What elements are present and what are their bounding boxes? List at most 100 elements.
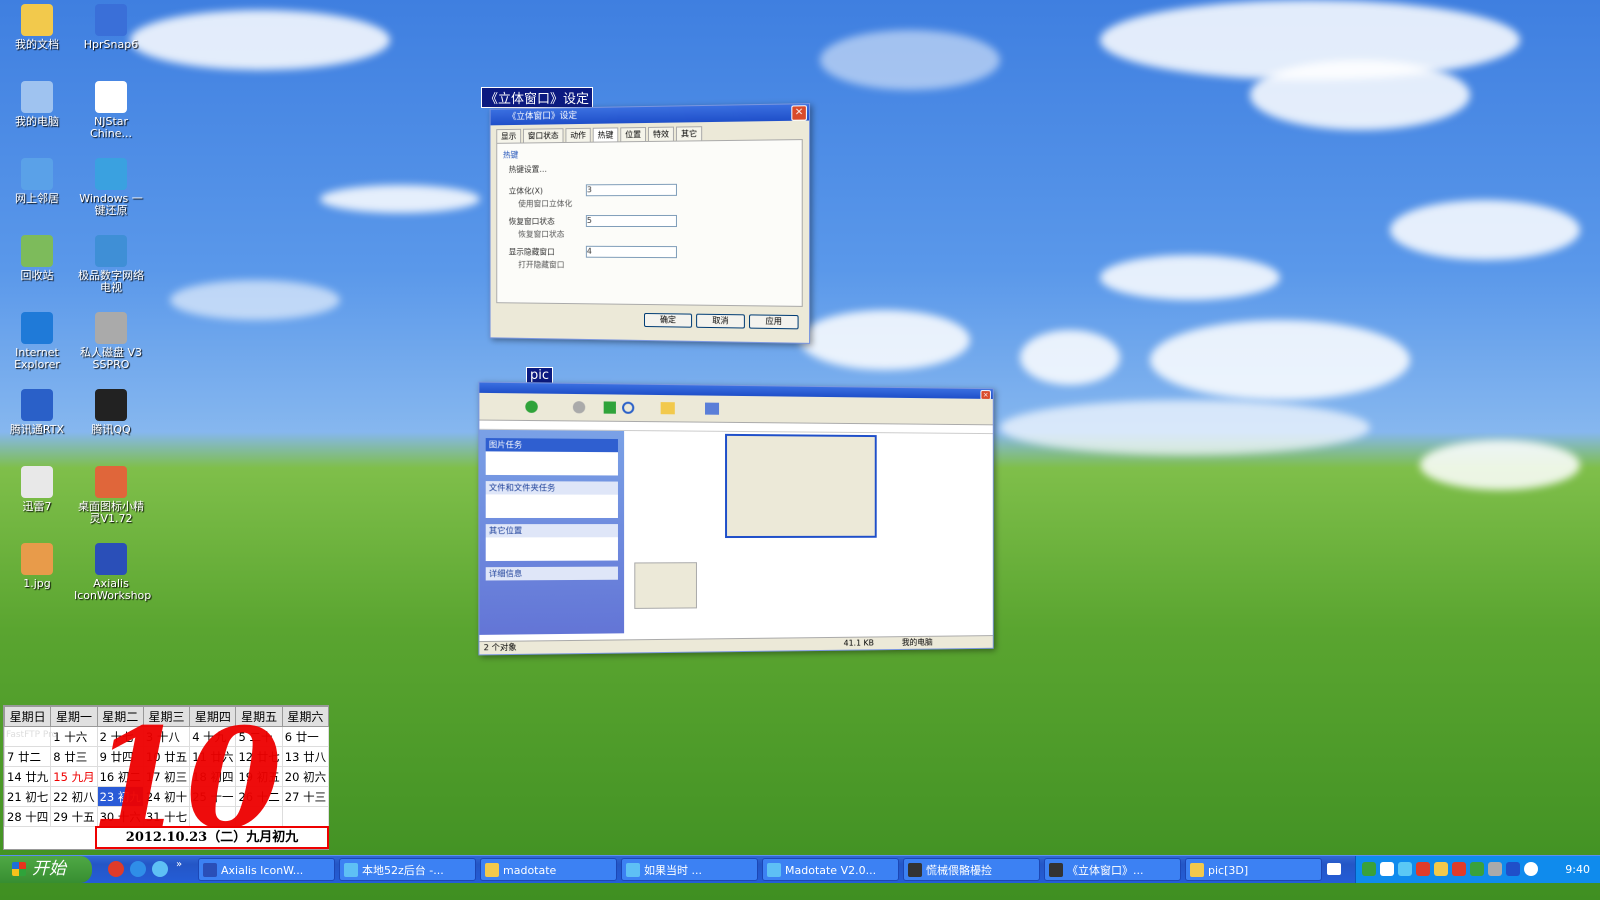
calendar-day[interactable]: 2 十七 [96, 726, 144, 747]
tray-icon-7[interactable] [1470, 862, 1484, 876]
taskbar-button[interactable]: madotate [480, 858, 617, 881]
chevron-right-icon[interactable]: » [176, 859, 182, 870]
sidebar-section[interactable]: 图片任务 [485, 438, 618, 476]
calendar-day[interactable]: 17 初三 [142, 766, 191, 787]
taskbar-button[interactable]: Madotate V2.0... [762, 858, 899, 881]
tray-icon-3[interactable] [1398, 862, 1412, 876]
desktop-icon[interactable]: 腾讯QQ [74, 389, 148, 436]
start-button[interactable]: 开始 [0, 856, 92, 883]
tab[interactable]: 特效 [647, 126, 674, 141]
calendar-day[interactable]: 27 十三 [281, 786, 330, 807]
tray-icon-2[interactable] [1380, 862, 1394, 876]
views-icon[interactable] [705, 402, 720, 415]
tab[interactable]: 窗口状态 [523, 128, 564, 143]
calendar-day[interactable]: 3 十八 [142, 726, 191, 747]
taskbar-button[interactable]: 慌械偎骼櫌捡 [903, 858, 1040, 881]
calendar-day[interactable]: 9 廿四 [96, 746, 144, 767]
calendar-day[interactable]: 24 初十 [142, 786, 191, 807]
tray-icon-6[interactable] [1452, 862, 1466, 876]
hotkey-input[interactable]: 4 [585, 245, 677, 259]
quicklaunch-browser-icon[interactable] [130, 861, 146, 877]
sidebar-section[interactable]: 其它位置 [485, 524, 618, 562]
calendar-day[interactable]: 12 廿七 [235, 746, 283, 767]
calendar-day[interactable]: 22 初八 [50, 786, 98, 807]
forward-icon[interactable] [572, 401, 586, 414]
calendar-day[interactable]: 23 初九 [96, 786, 144, 807]
desktop-icon[interactable]: Internet Explorer [0, 312, 74, 371]
calendar-day[interactable]: 13 廿八 [281, 746, 330, 767]
calendar-day[interactable]: 19 初五 [235, 766, 283, 787]
folders-icon[interactable] [660, 402, 675, 415]
taskbar-button[interactable]: Axialis IconW... [198, 858, 335, 881]
sidebar-section[interactable]: 详细信息 [485, 566, 618, 581]
pic-window[interactable]: × 图片任务 文件和文件夹任务 其它位置 详细信息 2 个对象 41.1 KB 我的电… [478, 381, 994, 656]
desktop-icon[interactable]: Windows 一键还原 [74, 158, 148, 217]
desktop-icon[interactable]: 1.jpg [0, 543, 74, 590]
hotkey-input[interactable]: 5 [585, 214, 677, 228]
desktop-icon[interactable]: 回收站 [0, 235, 74, 282]
calendar-day[interactable]: 1 十六 [50, 726, 98, 747]
tab[interactable]: 位置 [620, 127, 646, 142]
calendar-day[interactable]: 5 二十 [235, 726, 283, 747]
thumbnail[interactable] [634, 562, 697, 609]
up-folder-icon[interactable] [603, 401, 616, 414]
back-icon[interactable] [525, 400, 538, 413]
desktop-icon[interactable]: Axialis IconWorkshop [74, 543, 151, 602]
calendar-day[interactable]: 16 初二 [96, 766, 144, 787]
taskbar-button[interactable]: 《立体窗口》... [1044, 858, 1181, 881]
search-icon[interactable] [622, 401, 635, 414]
hotkey-input[interactable]: 3 [585, 183, 677, 197]
close-icon[interactable]: × [791, 105, 807, 121]
calendar-day[interactable]: 8 廿三 [50, 746, 98, 767]
ok-button[interactable]: 确定 [644, 312, 693, 328]
calendar-day[interactable]: 30 十六 [96, 806, 144, 827]
desktop-icon[interactable]: 我的文档 [0, 4, 74, 51]
tab[interactable]: 显示 [496, 128, 522, 143]
calendar-day[interactable]: 31 十七 [142, 806, 191, 827]
calendar-day[interactable]: 28 十四 [3, 806, 52, 827]
cancel-button[interactable]: 取消 [696, 313, 745, 329]
calendar-day[interactable]: 15 九月 [50, 766, 98, 787]
tab[interactable]: 热键 [592, 127, 619, 142]
taskbar-button[interactable]: 本地52z后台 -... [339, 858, 476, 881]
settings-window[interactable]: 《立体窗口》设定 × 显示 窗口状态 动作 热键 位置 特效 其它 热键 热键设置… 立体化… [489, 103, 811, 344]
calendar-day[interactable]: 20 初六 [281, 766, 330, 787]
desktop-icon[interactable]: 私人磁盘 V3 SSPRO [74, 312, 148, 371]
calendar-day[interactable]: 14 廿九 [3, 766, 52, 787]
tray-icon-5[interactable] [1434, 862, 1448, 876]
tray-icon-1[interactable] [1362, 862, 1376, 876]
tab[interactable]: 其它 [675, 126, 703, 141]
quicklaunch-ie-icon[interactable] [108, 861, 124, 877]
desktop-icon[interactable]: 我的电脑 [0, 81, 74, 128]
desktop-icon[interactable]: 迅雷7 [0, 466, 74, 513]
tray-icon-4[interactable] [1416, 862, 1430, 876]
calendar-day[interactable]: 11 廿六 [189, 746, 237, 767]
calendar-day[interactable]: 18 初四 [189, 766, 237, 787]
taskbar-button[interactable]: 如果当时 ... [621, 858, 758, 881]
keyboard-icon[interactable] [1327, 863, 1341, 875]
desktop-icon[interactable]: 极品数字网络电视 [74, 235, 148, 294]
apply-button[interactable]: 应用 [749, 314, 799, 330]
quicklaunch-ie2-icon[interactable] [152, 861, 168, 877]
calendar-day[interactable]: 10 廿五 [142, 746, 191, 767]
desktop-icon[interactable]: 网上邻居 [0, 158, 74, 205]
sidebar-section[interactable]: 文件和文件夹任务 [485, 481, 618, 518]
tray-icon-9[interactable] [1506, 862, 1520, 876]
desktop-icon[interactable]: 桌面图标小精灵V1.72 [74, 466, 148, 525]
tray-icon-8[interactable] [1488, 862, 1502, 876]
calendar-day[interactable]: 4 十九 [189, 726, 237, 747]
settings-window-caption[interactable]: 《立体窗口》设定 [481, 87, 594, 108]
taskbar-button[interactable]: pic[3D] [1185, 858, 1322, 881]
desktop-icon[interactable]: 腾讯通RTX [0, 389, 74, 436]
calendar-day[interactable]: 29 十五 [50, 806, 98, 827]
calendar-day[interactable]: 21 初七 [3, 786, 52, 807]
tab[interactable]: 动作 [565, 127, 591, 142]
calendar-day[interactable]: 25 十一 [189, 786, 237, 807]
desktop-icon[interactable]: NJStar Chine... [74, 81, 148, 140]
calendar-day[interactable]: 6 廿一 [281, 726, 330, 747]
desktop-icon[interactable]: HprSnap6 [74, 4, 148, 51]
calendar-day[interactable]: 7 廿二 [3, 746, 52, 767]
calendar-day[interactable]: 26 十二 [235, 786, 283, 807]
clock[interactable]: 9:40 [1565, 856, 1590, 883]
tray-icon-10[interactable] [1524, 862, 1538, 876]
